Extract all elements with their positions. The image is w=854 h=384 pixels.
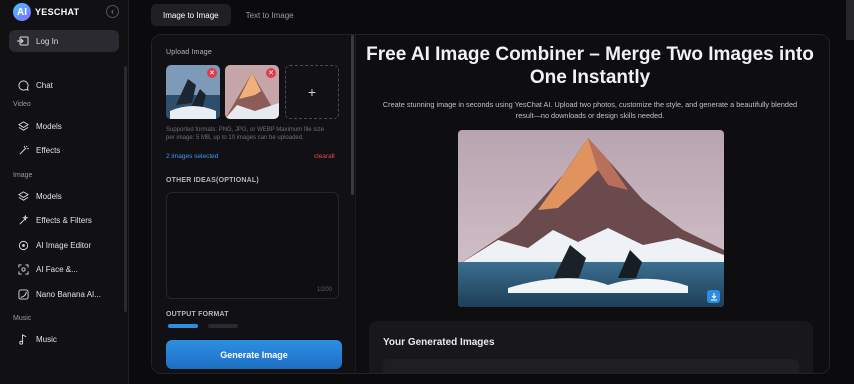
chat-icon xyxy=(18,80,29,91)
settings-scrollbar[interactable] xyxy=(351,35,354,195)
sidebar-item-music[interactable]: Music xyxy=(18,334,57,345)
sidebar-item-video-effects[interactable]: Effects xyxy=(18,145,60,156)
section-music: Music xyxy=(13,315,32,322)
section-image: Image xyxy=(13,172,33,179)
models-icon xyxy=(18,191,29,201)
result-preview-image[interactable] xyxy=(458,130,724,307)
sidebar-item-label: Nano Banana AI... xyxy=(36,290,101,299)
login-icon xyxy=(17,36,29,46)
banana-icon xyxy=(18,289,29,300)
face-scan-icon xyxy=(18,264,29,275)
sparkle-icon xyxy=(19,215,29,225)
remove-image-icon[interactable]: ✕ xyxy=(207,68,217,78)
settings-column: Upload Image ✕ ✕ + Supported formats: PN… xyxy=(152,35,356,373)
sidebar-item-label: Chat xyxy=(36,81,53,90)
generate-image-button[interactable]: Generate Image xyxy=(166,340,342,369)
other-ideas-textarea[interactable]: 1/200 xyxy=(166,192,339,299)
brand[interactable]: AI YESCHAT xyxy=(13,3,79,21)
music-note-icon xyxy=(19,334,27,345)
character-counter: 1/200 xyxy=(316,287,332,293)
selected-count: 2 images selected xyxy=(166,153,219,160)
collapse-sidebar-button[interactable]: ‹ xyxy=(106,5,119,18)
main-panel: Upload Image ✕ ✕ + Supported formats: PN… xyxy=(151,34,830,374)
sidebar-item-label: AI Image Editor xyxy=(36,241,92,250)
tab-image-to-image[interactable]: Image to Image xyxy=(151,4,231,26)
sidebar-item-image-models[interactable]: Models xyxy=(18,191,62,202)
sidebar: AI YESCHAT ‹ Log In Chat Video Models Ef… xyxy=(0,0,129,384)
output-format-option[interactable] xyxy=(208,324,238,328)
download-button[interactable] xyxy=(707,290,720,303)
output-format-option[interactable] xyxy=(168,324,198,328)
output-format-label: OUTPUT FORMAT xyxy=(166,311,229,318)
uploaded-image-whale[interactable]: ✕ xyxy=(166,65,220,119)
sidebar-item-label: AI Face &... xyxy=(36,265,78,274)
models-icon xyxy=(18,121,29,131)
login-button[interactable]: Log In xyxy=(9,30,119,52)
other-ideas-label: OTHER IDEAS(OPTIONAL) xyxy=(166,177,259,184)
brand-name: YESCHAT xyxy=(35,7,80,17)
generated-images-list xyxy=(383,359,799,373)
download-icon xyxy=(710,292,717,300)
generated-images-title: Your Generated Images xyxy=(383,337,495,348)
upload-label: Upload Image xyxy=(166,49,212,56)
effects-wand-icon xyxy=(19,145,29,155)
clear-all-button[interactable]: clearall xyxy=(314,153,335,160)
sidebar-item-chat[interactable]: Chat xyxy=(18,80,53,91)
sidebar-item-label: Models xyxy=(36,122,62,131)
generated-images-panel: Your Generated Images xyxy=(369,321,813,373)
section-video: Video xyxy=(13,101,31,108)
yeschat-logo-icon: AI xyxy=(13,3,31,21)
sidebar-item-label: Effects & Filters xyxy=(36,216,92,225)
mode-tabs: Image to Image Text to Image xyxy=(151,4,306,26)
app-root: AI YESCHAT ‹ Log In Chat Video Models Ef… xyxy=(0,0,854,384)
add-image-button[interactable]: + xyxy=(285,65,339,119)
sidebar-item-effects-filters[interactable]: Effects & Filters xyxy=(18,215,92,226)
sidebar-item-label: Music xyxy=(36,335,57,344)
image-editor-icon xyxy=(18,240,29,251)
sidebar-item-video-models[interactable]: Models xyxy=(18,121,62,132)
sidebar-item-ai-face[interactable]: AI Face &... xyxy=(18,264,78,275)
upload-hint: Supported formats: PNG, JPG, or WEBP Max… xyxy=(166,127,324,141)
merged-image-illustration xyxy=(458,130,724,307)
sidebar-item-ai-image-editor[interactable]: AI Image Editor xyxy=(18,240,91,251)
page-subtitle: Create stunning image in seconds using Y… xyxy=(382,100,798,120)
remove-image-icon[interactable]: ✕ xyxy=(266,68,276,78)
page-title: Free AI Image Combiner – Merge Two Image… xyxy=(366,44,814,88)
login-label: Log In xyxy=(36,36,59,46)
page-scrollbar[interactable] xyxy=(846,0,854,40)
sidebar-scrollbar[interactable] xyxy=(124,66,127,312)
sidebar-item-nano-banana[interactable]: Nano Banana AI... xyxy=(18,289,101,300)
sidebar-item-label: Models xyxy=(36,192,62,201)
tab-text-to-image[interactable]: Text to Image xyxy=(234,4,306,26)
uploaded-image-mountain[interactable]: ✕ xyxy=(225,65,279,119)
sidebar-item-label: Effects xyxy=(36,146,61,155)
